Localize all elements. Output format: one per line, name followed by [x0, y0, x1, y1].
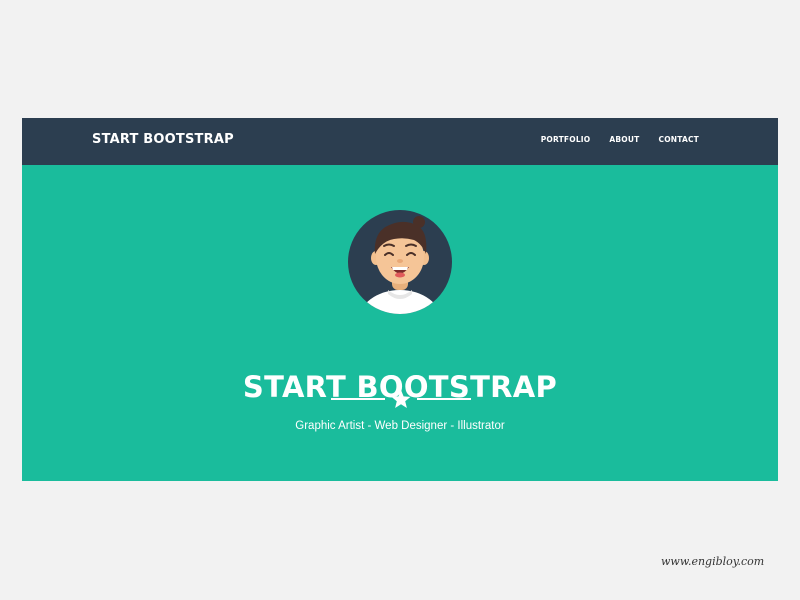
avatar-illustration: [348, 210, 452, 314]
watermark-text: www.engibloy.com: [661, 555, 765, 568]
nav-link-portfolio[interactable]: PORTFOLIO: [541, 135, 591, 144]
star-divider: [331, 390, 471, 408]
star-icon: [391, 390, 411, 408]
navbar-brand[interactable]: START BOOTSTRAP: [92, 132, 234, 147]
hero-subtitle: Graphic Artist - Web Designer - Illustra…: [295, 420, 505, 432]
nav-link-about[interactable]: ABOUT: [609, 135, 639, 144]
nav-link-contact[interactable]: CONTACT: [658, 135, 699, 144]
navbar: START BOOTSTRAP PORTFOLIO ABOUT CONTACT: [22, 118, 778, 165]
nav-links: PORTFOLIO ABOUT CONTACT: [541, 135, 699, 144]
page-frame: START BOOTSTRAP PORTFOLIO ABOUT CONTACT: [22, 118, 778, 481]
